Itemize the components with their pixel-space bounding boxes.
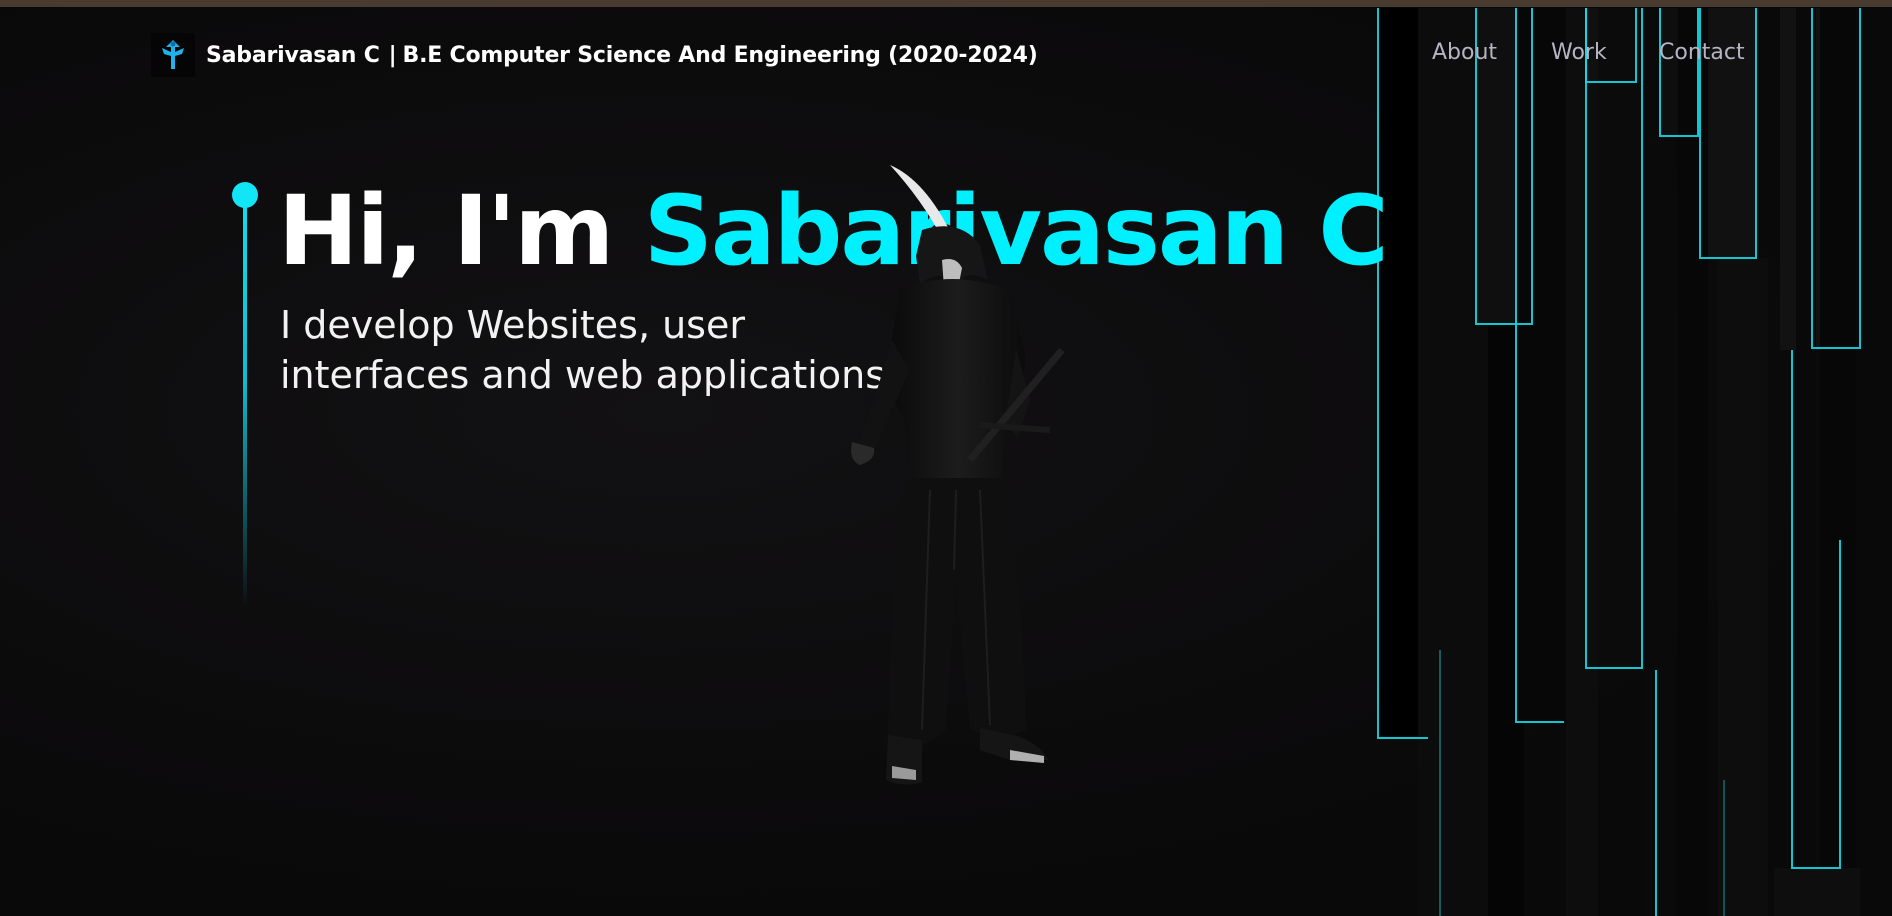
brand-separator: | <box>388 42 397 68</box>
hero-accent-line <box>243 196 247 606</box>
brand-subtitle: B.E Computer Science And Engineering (20… <box>402 42 1038 68</box>
neon-bars-background <box>1377 8 1861 916</box>
brand[interactable]: Sabarivasan C | B.E Computer Science And E… <box>151 32 1038 78</box>
hooded-figure-logo-icon[interactable] <box>151 33 195 77</box>
hero-tagline-line1: I develop Websites, user <box>280 303 745 347</box>
hero-accent-dot <box>232 182 258 208</box>
nav-link-about[interactable]: About <box>1432 40 1497 65</box>
nav-link-contact[interactable]: Contact <box>1659 40 1745 65</box>
page: Sabarivasan C | B.E Computer Science And E… <box>0 0 1892 916</box>
brand-name: Sabarivasan C <box>206 42 380 68</box>
brand-title: Sabarivasan C | B.E Computer Science And E… <box>206 43 1038 68</box>
hero-greeting: Hi, I'm <box>278 175 614 287</box>
samurai-figure <box>851 165 1065 785</box>
hero-tagline-line2: interfaces and web applications <box>280 353 885 397</box>
hero-tagline: I develop Websites, user interfaces and … <box>280 300 920 400</box>
nav-link-work[interactable]: Work <box>1551 40 1607 65</box>
